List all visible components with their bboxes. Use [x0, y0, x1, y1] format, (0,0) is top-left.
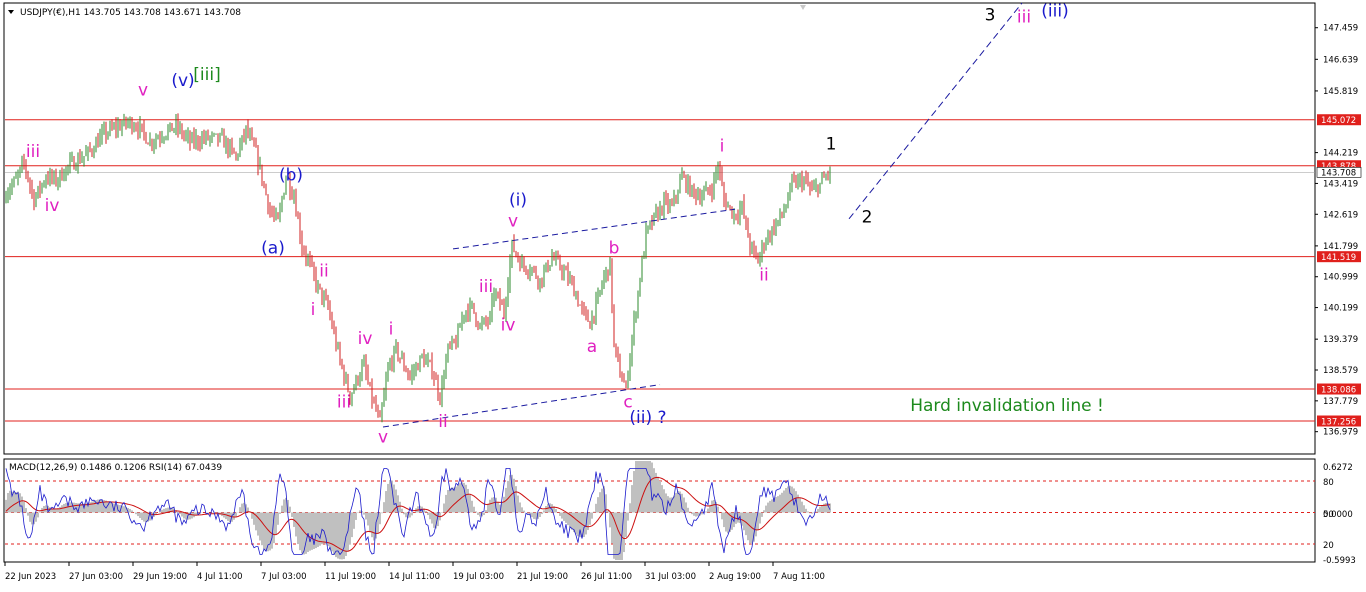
wave-label: 1 — [826, 134, 837, 154]
wave-label: (iii) — [1041, 1, 1068, 21]
wave-label: ii — [319, 262, 328, 282]
wave-label: [iii] — [193, 65, 220, 85]
wave-label: (a) — [261, 239, 285, 259]
wave-label: ii — [759, 266, 768, 286]
x-tick-label: 22 Jun 2023 — [5, 572, 56, 582]
y-tick-label: 144.219 — [1323, 149, 1358, 159]
wave-label: v — [378, 427, 388, 447]
y-tick-label: 136.979 — [1323, 428, 1358, 438]
indicator-tick-label: 80 — [1323, 478, 1334, 488]
wave-label: 2 — [862, 208, 873, 228]
level-price-label: 145.072 — [1321, 116, 1356, 126]
y-tick-label: 140.199 — [1323, 304, 1358, 314]
chart-canvas: USDJPY(€),H1 143.705 143.708 143.671 143… — [0, 0, 1366, 588]
indicator-tick-label: 20 — [1323, 541, 1334, 551]
y-tick-label: 140.999 — [1323, 273, 1358, 283]
wave-label: iv — [501, 316, 516, 336]
wave-label: iv — [358, 329, 373, 349]
y-tick-label: 143.419 — [1323, 179, 1358, 189]
wave-label: iii — [479, 277, 493, 297]
x-tick-label: 21 Jul 19:00 — [517, 572, 568, 582]
wave-label: iii — [1017, 7, 1031, 27]
x-tick-label: 31 Jul 03:00 — [645, 572, 696, 582]
wave-label: ii — [438, 412, 447, 432]
wave-label: v — [508, 212, 518, 232]
x-tick-label: 14 Jul 11:00 — [389, 572, 440, 582]
chart-window: USDJPY(€),H1 143.705 143.708 143.671 143… — [0, 0, 1366, 588]
wave-label: iii — [337, 393, 351, 413]
wave-label: iii — [26, 142, 40, 162]
x-tick-label: 7 Aug 11:00 — [773, 572, 825, 582]
x-tick-label: 7 Jul 03:00 — [261, 572, 307, 582]
x-tick-label: 2 Aug 19:00 — [709, 572, 761, 582]
wave-label: (v) — [171, 71, 194, 91]
x-tick-label: 27 Jun 03:00 — [69, 572, 123, 582]
symbol-info-text: USDJPY(€),H1 143.705 143.708 143.671 143… — [20, 8, 241, 18]
wave-label: v — [138, 81, 148, 101]
y-tick-label: 137.779 — [1323, 397, 1358, 407]
wave-label: i — [389, 320, 394, 340]
wave-label: iv — [45, 196, 60, 216]
wave-label: 3 — [985, 5, 996, 25]
rsi-50-label: 50 — [1323, 510, 1334, 520]
x-tick-label: 26 Jul 11:00 — [581, 572, 632, 582]
y-tick-label: 138.579 — [1323, 366, 1358, 376]
x-tick-label: 29 Jun 19:00 — [133, 572, 187, 582]
invalidation-annotation: Hard invalidation line ! — [910, 396, 1104, 416]
y-tick-label: 139.379 — [1323, 335, 1358, 345]
y-tick-label: 147.459 — [1323, 24, 1358, 34]
x-tick-label: 11 Jul 19:00 — [325, 572, 376, 582]
wave-label: i — [311, 300, 316, 320]
wave-label: (i) — [509, 190, 527, 210]
y-tick-label: 142.619 — [1323, 210, 1358, 220]
x-tick-label: 19 Jul 03:00 — [453, 572, 504, 582]
wave-label: i — [720, 136, 725, 156]
wave-label: (ii) ? — [629, 408, 666, 428]
y-tick-label: 145.819 — [1323, 87, 1358, 97]
wave-label: a — [587, 337, 597, 357]
indicator-info-text: MACD(12,26,9) 0.1486 0.1206 RSI(14) 67.0… — [9, 463, 222, 473]
y-tick-label: 141.799 — [1323, 242, 1358, 252]
level-price-label: 141.519 — [1321, 253, 1356, 263]
y-tick-label: 146.639 — [1323, 55, 1358, 65]
level-price-label: 137.256 — [1321, 418, 1356, 428]
wave-label: b — [609, 239, 620, 259]
wave-label: (b) — [279, 165, 303, 185]
current-price-label: 143.708 — [1321, 168, 1356, 178]
level-price-label: 138.086 — [1321, 386, 1356, 396]
x-tick-label: 4 Jul 11:00 — [197, 572, 243, 582]
indicator-tick-label: 0.6272 — [1323, 463, 1353, 473]
indicator-tick-label: -0.5993 — [1323, 556, 1356, 566]
